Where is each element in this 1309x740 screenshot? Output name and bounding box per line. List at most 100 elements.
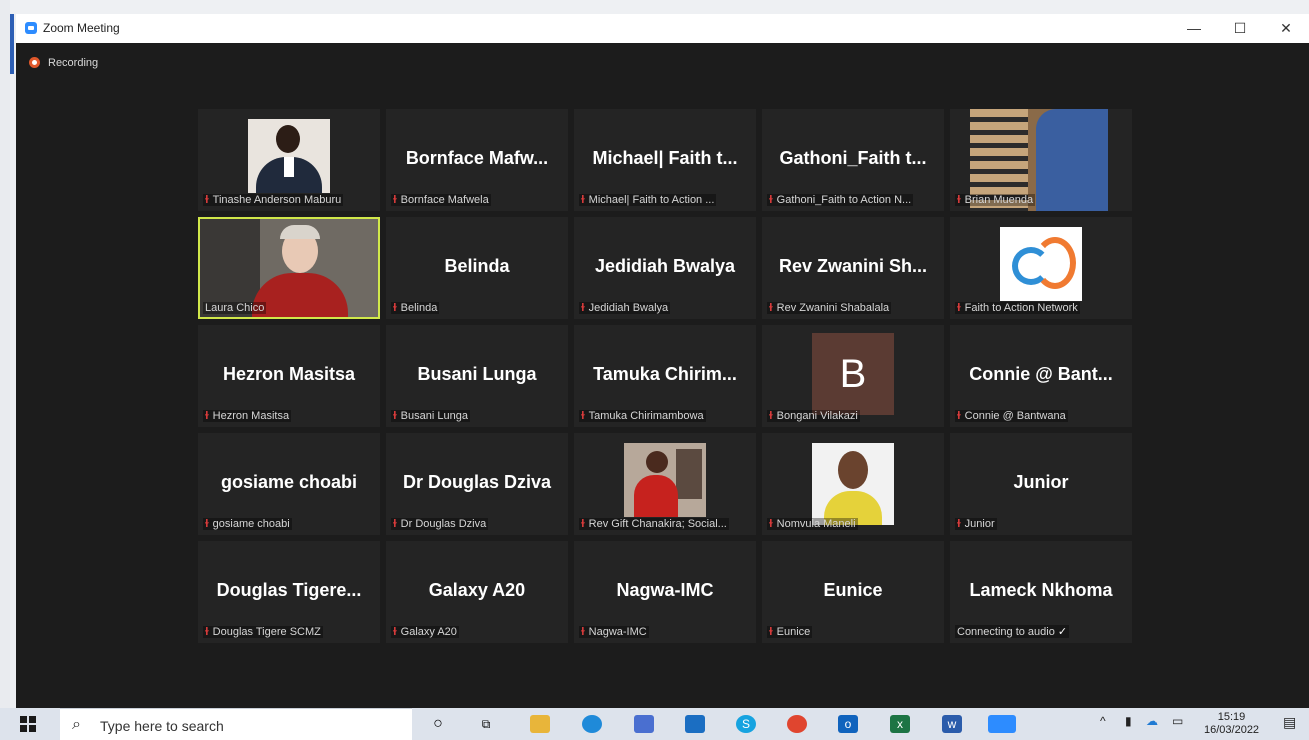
- zoom-window: Zoom Meeting — ☐ ✕ Recording ɫ Tinashe An…: [16, 14, 1309, 708]
- participant-name-label: ɫ Bornface Mafwela: [391, 194, 491, 206]
- muted-mic-icon: ɫ: [957, 194, 961, 206]
- system-clock[interactable]: 15:19 16/03/2022: [1204, 711, 1259, 737]
- participant-tile[interactable]: Belinda ɫ Belinda: [386, 217, 568, 319]
- participant-tile[interactable]: Jedidiah Bwalya ɫ Jedidiah Bwalya: [574, 217, 756, 319]
- participant-name-text: Bornface Mafwela: [400, 194, 489, 206]
- participant-name-label: ɫ Hezron Masitsa: [203, 410, 292, 422]
- participant-name-text: Eunice: [776, 626, 811, 638]
- muted-mic-icon: ɫ: [769, 410, 773, 422]
- network-icon[interactable]: ▭: [1172, 714, 1183, 728]
- file-explorer-icon[interactable]: [530, 715, 550, 733]
- participant-name-label: Laura Chico: [203, 302, 267, 314]
- participant-tile[interactable]: Gathoni_Faith t... ɫ Gathoni_Faith to Acti…: [762, 109, 944, 211]
- clock-date: 16/03/2022: [1204, 724, 1260, 736]
- participant-tile[interactable]: Douglas Tigere... ɫ Douglas Tigere SCMZ: [198, 541, 380, 643]
- participant-tile[interactable]: Connie @ Bant... ɫ Connie @ Bantwana: [950, 325, 1132, 427]
- participant-name-text: Junior: [964, 518, 995, 530]
- tray-chevron-icon[interactable]: ^: [1100, 714, 1106, 728]
- participant-video: [248, 119, 330, 193]
- title-bar: Zoom Meeting — ☐ ✕: [16, 14, 1309, 43]
- checkmark-icon: ✓: [1057, 626, 1068, 638]
- onedrive-icon[interactable]: ☁: [1146, 714, 1158, 728]
- participant-video: [624, 443, 706, 517]
- participant-tile[interactable]: Dr Douglas Dziva ɫ Dr Douglas Dziva: [386, 433, 568, 535]
- recording-indicator[interactable]: Recording: [29, 57, 98, 69]
- participant-name-label: ɫ Faith to Action Network: [955, 302, 1080, 314]
- skype-icon[interactable]: S: [736, 715, 756, 733]
- notifications-icon[interactable]: ▤: [1283, 714, 1296, 731]
- participant-tile[interactable]: ɫ Rev Gift Chanakira; Social...: [574, 433, 756, 535]
- participant-name-label: ɫ Tamuka Chirimambowa: [579, 410, 706, 422]
- participant-tile[interactable]: Bɫ Bongani Vilakazi: [762, 325, 944, 427]
- participant-video: [1000, 227, 1082, 301]
- participant-name-label: ɫ Nagwa-IMC: [579, 626, 649, 638]
- word-icon[interactable]: w: [942, 715, 962, 733]
- participant-display-name: Connie @ Bant...: [969, 364, 1113, 384]
- participant-tile[interactable]: Bornface Mafw... ɫ Bornface Mafwela: [386, 109, 568, 211]
- maximize-button[interactable]: ☐: [1217, 14, 1263, 43]
- participant-tile[interactable]: Lameck Nkhoma Connecting to audio ✓: [950, 541, 1132, 643]
- windows-start-icon[interactable]: [20, 716, 36, 732]
- muted-mic-icon: ɫ: [581, 518, 585, 530]
- participant-tile[interactable]: ɫ Faith to Action Network: [950, 217, 1132, 319]
- chrome-icon[interactable]: [787, 715, 807, 733]
- muted-mic-icon: ɫ: [393, 626, 397, 638]
- participant-name-text: Connecting to audio: [957, 626, 1055, 638]
- outlook-icon[interactable]: o: [838, 715, 858, 733]
- usb-icon[interactable]: ▮: [1125, 714, 1132, 728]
- participant-display-name: Douglas Tigere...: [216, 580, 362, 600]
- excel-icon[interactable]: x: [890, 715, 910, 733]
- participant-name-label: ɫ Tinashe Anderson Maburu: [203, 194, 344, 206]
- participant-tile[interactable]: Michael| Faith t... ɫ Michael| Faith to Ac…: [574, 109, 756, 211]
- search-icon: ⌕: [72, 716, 81, 733]
- zoom-taskbar-icon[interactable]: [988, 715, 1016, 733]
- participant-name-label: ɫ gosiame choabi: [203, 518, 292, 530]
- participant-name-text: Tinashe Anderson Maburu: [212, 194, 342, 206]
- participant-tile[interactable]: Laura Chico: [198, 217, 380, 319]
- store-icon[interactable]: [634, 715, 654, 733]
- participant-name-label: ɫ Nomvula Maneli: [767, 518, 858, 530]
- window-accent: [10, 14, 14, 74]
- participant-display-name: Bornface Mafw...: [405, 148, 549, 168]
- participant-tile[interactable]: ɫ Nomvula Maneli: [762, 433, 944, 535]
- participant-name-label: ɫ Galaxy A20: [391, 626, 459, 638]
- participant-name-text: Rev Zwanini Shabalala: [776, 302, 890, 314]
- participant-name-label: ɫ Connie @ Bantwana: [955, 410, 1068, 422]
- muted-mic-icon: ɫ: [957, 518, 961, 530]
- recording-label: Recording: [48, 57, 99, 69]
- muted-mic-icon: ɫ: [957, 302, 961, 314]
- muted-mic-icon: ɫ: [581, 302, 585, 314]
- participant-name-text: Hezron Masitsa: [212, 410, 290, 422]
- participant-tile[interactable]: Rev Zwanini Sh... ɫ Rev Zwanini Shabalala: [762, 217, 944, 319]
- window-title: Zoom Meeting: [43, 21, 120, 35]
- participant-tile[interactable]: Junior ɫ Junior: [950, 433, 1132, 535]
- participant-name-text: Bongani Vilakazi: [776, 410, 858, 422]
- muted-mic-icon: ɫ: [393, 410, 397, 422]
- participant-tile[interactable]: Nagwa-IMC ɫ Nagwa-IMC: [574, 541, 756, 643]
- participant-tile[interactable]: Galaxy A20 ɫ Galaxy A20: [386, 541, 568, 643]
- participant-tile[interactable]: ɫ Brian Muenda: [950, 109, 1132, 211]
- participant-tile[interactable]: Tamuka Chirim... ɫ Tamuka Chirimambowa: [574, 325, 756, 427]
- participant-name-text: Douglas Tigere SCMZ: [212, 626, 321, 638]
- participant-name-label: ɫ Douglas Tigere SCMZ: [203, 626, 323, 638]
- participant-name-label: ɫ Dr Douglas Dziva: [391, 518, 489, 530]
- participant-name-label: ɫ Rev Gift Chanakira; Social...: [579, 518, 729, 530]
- participant-name-text: Tamuka Chirimambowa: [588, 410, 704, 422]
- task-view-icon[interactable]: ⧉: [476, 715, 496, 733]
- cortana-icon[interactable]: ○: [428, 715, 448, 733]
- participant-tile[interactable]: gosiame choabi ɫ gosiame choabi: [198, 433, 380, 535]
- edge-browser-icon[interactable]: [582, 715, 602, 733]
- participant-tile[interactable]: Hezron Masitsa ɫ Hezron Masitsa: [198, 325, 380, 427]
- participant-name-text: Gathoni_Faith to Action N...: [776, 194, 912, 206]
- search-placeholder: Type here to search: [100, 718, 224, 734]
- participant-video: [812, 443, 894, 525]
- minimize-button[interactable]: —: [1171, 14, 1217, 43]
- muted-mic-icon: ɫ: [581, 194, 585, 206]
- mail-icon[interactable]: [685, 715, 705, 733]
- participant-display-name: Hezron Masitsa: [222, 364, 356, 384]
- participant-tile[interactable]: Busani Lunga ɫ Busani Lunga: [386, 325, 568, 427]
- participant-tile[interactable]: Eunice ɫ Eunice: [762, 541, 944, 643]
- close-button[interactable]: ✕: [1263, 14, 1309, 43]
- participant-tile[interactable]: ɫ Tinashe Anderson Maburu: [198, 109, 380, 211]
- taskbar-search[interactable]: ⌕ Type here to search: [60, 708, 412, 740]
